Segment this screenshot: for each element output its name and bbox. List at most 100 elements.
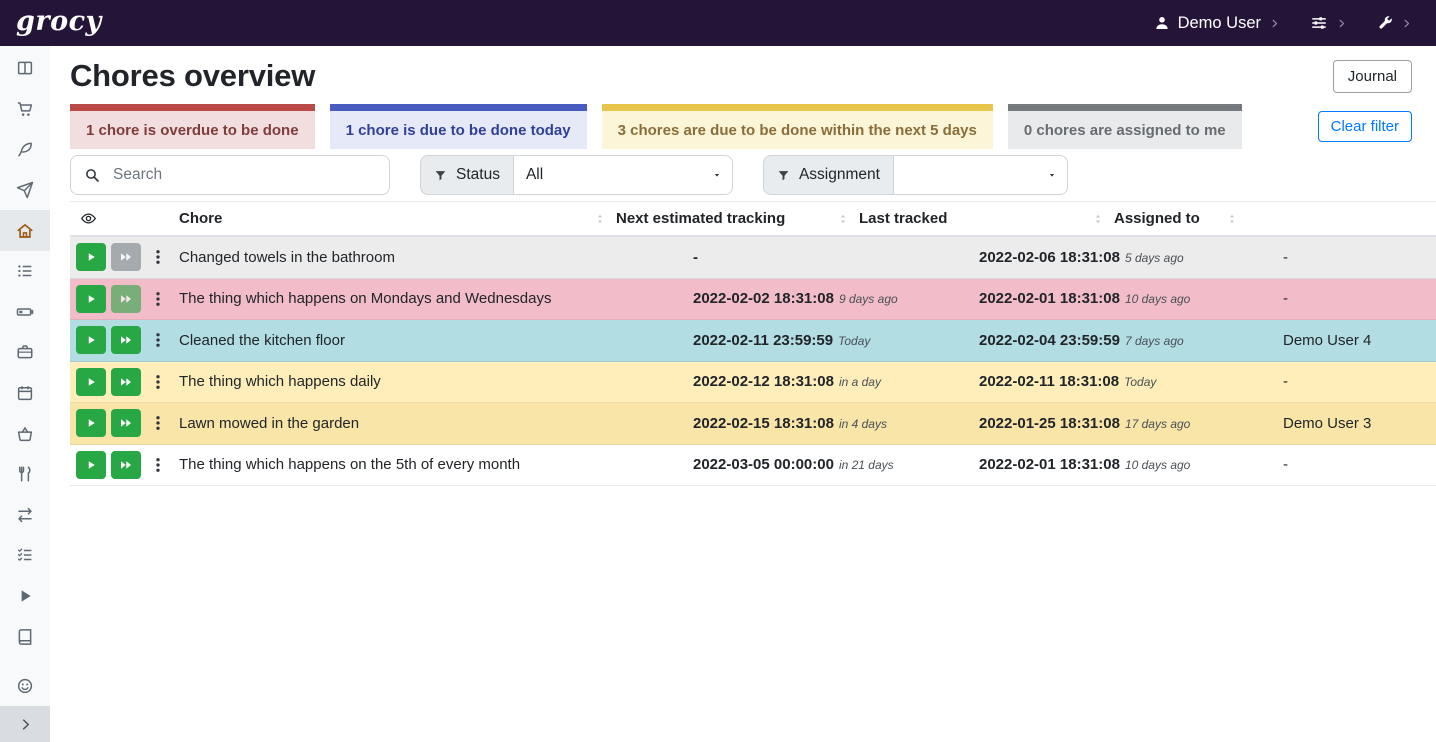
status-filter-label: Status bbox=[420, 155, 513, 195]
home-icon bbox=[16, 222, 34, 240]
row-menu-button[interactable] bbox=[148, 373, 168, 391]
admin-menu[interactable] bbox=[1377, 15, 1412, 31]
skip-chore-button[interactable] bbox=[111, 326, 141, 354]
search-icon bbox=[84, 167, 100, 183]
sidebar-item-exchange[interactable] bbox=[0, 495, 50, 536]
skip-chore-button[interactable] bbox=[111, 451, 141, 479]
next-estimated-tracking: - bbox=[692, 249, 978, 266]
filter-card-due-today[interactable]: 1 chore is due to be done today bbox=[330, 104, 587, 149]
next-estimated-tracking: 2022-02-15 18:31:08in 4 days bbox=[692, 415, 978, 432]
topbar: grocy Demo User bbox=[0, 0, 1436, 46]
filter-card-overdue[interactable]: 1 chore is overdue to be done bbox=[70, 104, 315, 149]
search-input[interactable] bbox=[113, 166, 389, 184]
sidebar-item-columns[interactable] bbox=[0, 48, 50, 89]
next-estimated-tracking: 2022-02-12 18:31:08in a day bbox=[692, 373, 978, 390]
sort-icon bbox=[594, 213, 606, 225]
sort-icon bbox=[1226, 213, 1238, 225]
track-chore-button[interactable] bbox=[76, 285, 106, 313]
row-menu-button[interactable] bbox=[148, 414, 168, 432]
play-icon bbox=[85, 459, 97, 471]
next-estimated-tracking: 2022-02-11 23:59:59Today bbox=[692, 332, 978, 349]
assignment-filter-label: Assignment bbox=[763, 155, 893, 195]
sidebar-item-feather[interactable] bbox=[0, 129, 50, 170]
filter-card-text: 0 chores are assigned to me bbox=[1024, 122, 1226, 139]
sidebar-item-smiley[interactable] bbox=[0, 665, 50, 706]
play-icon bbox=[16, 587, 34, 605]
row-controls bbox=[70, 243, 178, 271]
filter-card-due-soon[interactable]: 3 chores are due to be done within the n… bbox=[602, 104, 993, 149]
search-group bbox=[70, 155, 390, 195]
fast-forward-icon bbox=[119, 458, 133, 472]
settings-menu[interactable] bbox=[1310, 14, 1347, 32]
assignment-select[interactable] bbox=[893, 155, 1068, 195]
sidebar-item-briefcase[interactable] bbox=[0, 332, 50, 373]
row-controls bbox=[70, 285, 178, 313]
skip-chore-button[interactable] bbox=[111, 285, 141, 313]
ellipsis-vertical-icon bbox=[149, 373, 167, 391]
ellipsis-vertical-icon bbox=[149, 414, 167, 432]
sidebar-item-calendar[interactable] bbox=[0, 373, 50, 414]
briefcase-icon bbox=[16, 343, 34, 361]
column-header-chore[interactable]: Chore bbox=[178, 210, 616, 227]
relative-time: Today bbox=[1124, 375, 1156, 389]
journal-button[interactable]: Journal bbox=[1333, 60, 1412, 93]
eye-icon[interactable] bbox=[80, 210, 97, 227]
sidebar-item-tasks[interactable] bbox=[0, 535, 50, 576]
user-menu[interactable]: Demo User bbox=[1154, 14, 1280, 33]
row-menu-button[interactable] bbox=[148, 456, 168, 474]
skip-chore-button[interactable] bbox=[111, 409, 141, 437]
table-row: The thing which happens daily 2022-02-12… bbox=[70, 362, 1436, 404]
next-tracking-timestamp: 2022-03-05 00:00:00 bbox=[693, 456, 834, 473]
sidebar-item-book[interactable] bbox=[0, 616, 50, 657]
status-select[interactable]: All bbox=[513, 155, 733, 195]
chores-table: Chore Next estimated tracking Last track… bbox=[70, 201, 1436, 486]
skip-chore-button[interactable] bbox=[111, 368, 141, 396]
row-menu-button[interactable] bbox=[148, 290, 168, 308]
last-tracked-timestamp: 2022-02-06 18:31:08 bbox=[979, 249, 1120, 266]
sidebar-item-utensils[interactable] bbox=[0, 454, 50, 495]
list-icon bbox=[16, 262, 34, 280]
column-header-last-tracked[interactable]: Last tracked bbox=[859, 210, 1114, 227]
sidebar-item-shopping-cart[interactable] bbox=[0, 89, 50, 130]
column-header-next-tracking[interactable]: Next estimated tracking bbox=[616, 210, 859, 227]
track-chore-button[interactable] bbox=[76, 409, 106, 437]
next-estimated-tracking: 2022-03-05 00:00:00in 21 days bbox=[692, 456, 978, 473]
clear-filter-button[interactable]: Clear filter bbox=[1318, 111, 1412, 142]
filter-card-text: 1 chore is due to be done today bbox=[346, 122, 571, 139]
row-controls bbox=[70, 326, 178, 354]
row-controls bbox=[70, 368, 178, 396]
last-tracked: 2022-02-01 18:31:0810 days ago bbox=[978, 290, 1282, 307]
relative-time: in a day bbox=[839, 375, 881, 389]
chevron-right-icon bbox=[1336, 18, 1347, 29]
column-header-visibility bbox=[70, 210, 178, 227]
sidebar-item-list[interactable] bbox=[0, 251, 50, 292]
sidebar-item-home[interactable] bbox=[0, 210, 50, 251]
sidebar-item-basket[interactable] bbox=[0, 413, 50, 454]
track-chore-button[interactable] bbox=[76, 451, 106, 479]
sidebar-item-paper-plane[interactable] bbox=[0, 170, 50, 211]
sidebar-expand-button[interactable] bbox=[0, 706, 50, 742]
app-logo[interactable]: grocy bbox=[0, 6, 102, 40]
utensils-icon bbox=[16, 465, 34, 483]
play-icon bbox=[85, 293, 97, 305]
column-header-assigned-to[interactable]: Assigned to bbox=[1114, 210, 1244, 227]
shopping-cart-icon bbox=[16, 100, 34, 118]
track-chore-button[interactable] bbox=[76, 368, 106, 396]
sidebar-item-play[interactable] bbox=[0, 576, 50, 617]
track-chore-button[interactable] bbox=[76, 326, 106, 354]
row-menu-button[interactable] bbox=[148, 331, 168, 349]
filter-icon bbox=[434, 169, 447, 182]
row-menu-button[interactable] bbox=[148, 248, 168, 266]
table-row: Cleaned the kitchen floor 2022-02-11 23:… bbox=[70, 320, 1436, 362]
status-filter-cards: 1 chore is overdue to be done 1 chore is … bbox=[70, 104, 1242, 149]
next-tracking-timestamp: 2022-02-02 18:31:08 bbox=[693, 290, 834, 307]
chevron-right-icon bbox=[1269, 18, 1280, 29]
ellipsis-vertical-icon bbox=[149, 290, 167, 308]
last-tracked: 2022-02-04 23:59:597 days ago bbox=[978, 332, 1282, 349]
track-chore-button[interactable] bbox=[76, 243, 106, 271]
sidebar-item-battery[interactable] bbox=[0, 292, 50, 333]
main-content: Chores overview Journal 1 chore is overd… bbox=[50, 46, 1436, 742]
skip-chore-button[interactable] bbox=[111, 243, 141, 271]
filter-card-assigned-to-me[interactable]: 0 chores are assigned to me bbox=[1008, 104, 1242, 149]
table-body: Changed towels in the bathroom - 2022-02… bbox=[70, 237, 1436, 486]
